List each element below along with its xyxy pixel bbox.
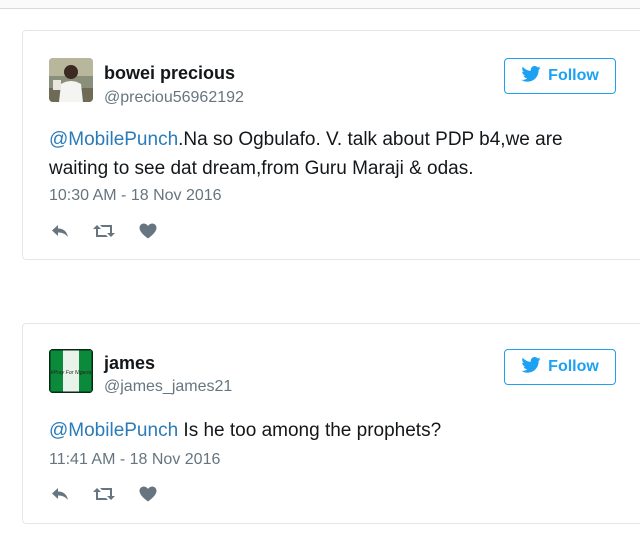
avatar[interactable]: #Pray For Nigeria [49, 349, 93, 393]
tweet-card: bowei precious @preciou56962192 Follow @… [22, 30, 640, 260]
follow-button[interactable]: Follow [504, 349, 616, 385]
tweet-actions [49, 221, 159, 241]
avatar-text: #Pray For Nigeria [51, 370, 92, 376]
follow-label: Follow [548, 67, 599, 84]
retweet-icon[interactable] [93, 221, 115, 241]
tweet-text: @MobilePunch Is he too among the prophet… [49, 416, 619, 445]
tweet-actions [49, 484, 159, 504]
follow-label: Follow [548, 358, 599, 375]
screen-name[interactable]: @james_james21 [104, 378, 232, 396]
heart-icon[interactable] [137, 221, 159, 241]
heart-icon[interactable] [137, 484, 159, 504]
reply-icon[interactable] [49, 221, 71, 241]
timestamp[interactable]: 11:41 AM - 18 Nov 2016 [49, 451, 220, 469]
mention-link[interactable]: @MobilePunch [49, 420, 178, 441]
bird-icon [521, 356, 541, 378]
follow-button[interactable]: Follow [504, 58, 616, 94]
reply-icon[interactable] [49, 484, 71, 504]
browser-top-strip [0, 0, 640, 9]
timestamp[interactable]: 10:30 AM - 18 Nov 2016 [49, 187, 222, 205]
tweet-text: @MobilePunch.Na so Ogbulafo. V. talk abo… [49, 125, 619, 183]
tweet-body: Is he too among the prophets? [178, 420, 442, 441]
display-name[interactable]: bowei precious [104, 63, 235, 84]
tweet-card: #Pray For Nigeria james @james_james21 F… [22, 323, 640, 524]
avatar[interactable] [49, 58, 93, 102]
mention-link[interactable]: @MobilePunch [49, 129, 178, 150]
retweet-icon[interactable] [93, 484, 115, 504]
display-name[interactable]: james [104, 353, 155, 374]
screen-name[interactable]: @preciou56962192 [104, 89, 244, 107]
bird-icon [521, 65, 541, 87]
